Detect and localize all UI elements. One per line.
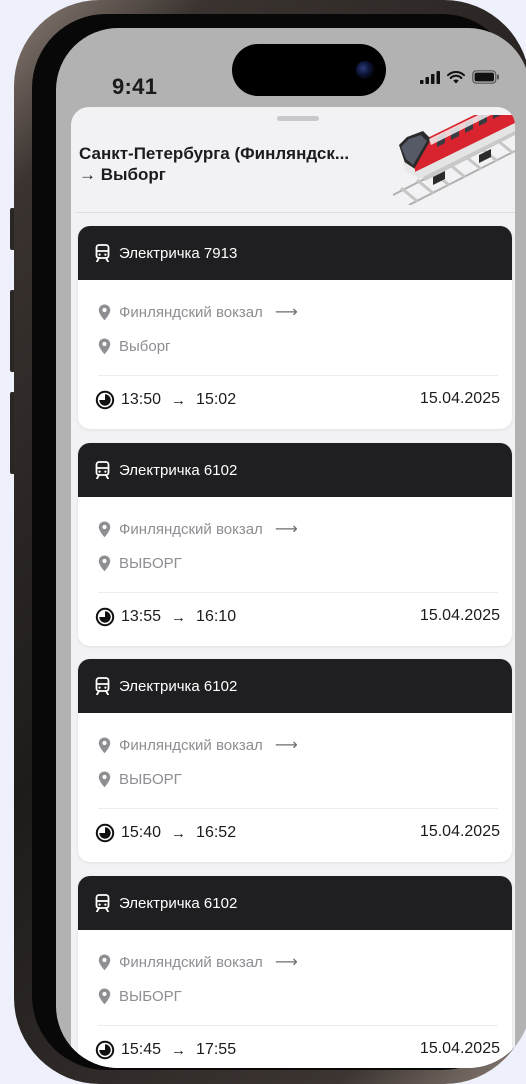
direction-arrow: ⟶ xyxy=(274,521,298,538)
tram-icon xyxy=(95,461,110,479)
trip-card[interactable]: Электричка 6102 Финляндский вокзал ⟶ ВЫБ… xyxy=(78,443,512,646)
time-arrow: → xyxy=(171,824,187,842)
station-name: Выборг xyxy=(119,338,171,355)
route-sheet[interactable]: Санкт-Петербурга (Финляндск... → Выборг xyxy=(71,107,515,1068)
clock-icon xyxy=(95,1040,115,1060)
trip-card-header: Электричка 6102 xyxy=(78,876,512,930)
trip-times: 13:55 → 16:10 xyxy=(95,607,236,627)
map-pin-icon xyxy=(98,771,111,788)
departure-station: Финляндский вокзал ⟶ xyxy=(98,952,298,972)
direction-arrow: ⟶ xyxy=(274,737,298,754)
map-pin-icon xyxy=(98,304,111,321)
wifi-icon xyxy=(447,70,465,83)
departure-time: 15:40 xyxy=(121,824,162,841)
trip-date: 15.04.2025 xyxy=(419,1040,500,1057)
route-title: Санкт-Петербурга (Финляндск... → Выборг xyxy=(79,143,399,185)
map-pin-icon xyxy=(98,954,111,971)
trip-card-header: Электричка 7913 xyxy=(78,226,512,280)
route-title-destination: → Выборг xyxy=(79,165,166,184)
departure-station: Финляндский вокзал ⟶ xyxy=(98,735,298,755)
header-divider xyxy=(75,212,515,213)
departure-station: Финляндский вокзал ⟶ xyxy=(98,302,298,322)
train-name: Электричка 6102 xyxy=(119,894,238,912)
station-name: ВЫБОРГ xyxy=(119,555,182,572)
arrival-station: Выборг xyxy=(98,338,171,355)
arrival-time: 16:52 xyxy=(196,824,237,841)
map-pin-icon xyxy=(98,737,111,754)
trip-times: 13:50 → 15:02 xyxy=(95,390,236,410)
card-divider xyxy=(98,808,498,809)
departure-time: 15:45 xyxy=(121,1041,162,1058)
tram-icon xyxy=(95,244,110,262)
arrival-time: 17:55 xyxy=(196,1041,237,1058)
arrival-time: 16:10 xyxy=(196,608,237,625)
station-name: ВЫБОРГ xyxy=(119,988,182,1005)
tram-icon xyxy=(95,894,110,912)
station-name: ВЫБОРГ xyxy=(119,771,182,788)
station-name: Финляндский вокзал xyxy=(119,953,263,971)
card-divider xyxy=(98,375,498,376)
phone-bezel: 9:41 Санкт-Петербурга (Финляндск... → Вы… xyxy=(32,14,526,1070)
phone-frame: 9:41 Санкт-Петербурга (Финляндск... → Вы… xyxy=(14,0,526,1084)
station-name: Финляндский вокзал xyxy=(119,520,263,538)
time-arrow: → xyxy=(171,608,187,626)
departure-time: 13:50 xyxy=(121,391,162,408)
station-name: Финляндский вокзал xyxy=(119,736,263,754)
train-illustration xyxy=(393,115,515,205)
trip-card[interactable]: Электричка 7913 Финляндский вокзал ⟶ Выб… xyxy=(78,226,512,429)
arrival-station: ВЫБОРГ xyxy=(98,771,182,788)
map-pin-icon xyxy=(98,988,111,1005)
trip-date: 15.04.2025 xyxy=(419,823,500,840)
arrival-station: ВЫБОРГ xyxy=(98,555,182,572)
trip-card[interactable]: Электричка 6102 Финляндский вокзал ⟶ ВЫБ… xyxy=(78,876,512,1068)
arrival-time: 15:02 xyxy=(196,391,237,408)
trip-card-header: Электричка 6102 xyxy=(78,659,512,713)
status-time: 9:41 xyxy=(112,74,158,99)
tram-icon xyxy=(95,677,110,695)
train-name: Электричка 7913 xyxy=(119,244,238,262)
trip-times: 15:45 → 17:55 xyxy=(95,1040,236,1060)
time-arrow: → xyxy=(171,1041,187,1059)
trip-card[interactable]: Электричка 6102 Финляндский вокзал ⟶ ВЫБ… xyxy=(78,659,512,862)
screen: 9:41 Санкт-Петербурга (Финляндск... → Вы… xyxy=(56,28,526,1068)
status-icons xyxy=(420,70,500,84)
departure-station: Финляндский вокзал ⟶ xyxy=(98,519,298,539)
dynamic-island xyxy=(232,44,386,96)
cellular-signal-icon xyxy=(420,70,440,84)
time-arrow: → xyxy=(171,391,187,409)
train-name: Электричка 6102 xyxy=(119,677,238,695)
sheet-grabber[interactable] xyxy=(277,116,319,121)
battery-icon xyxy=(472,70,499,84)
station-name: Финляндский вокзал xyxy=(119,303,263,321)
route-title-origin: Санкт-Петербурга (Финляндск... xyxy=(79,144,350,163)
camera-icon xyxy=(356,61,374,79)
clock-icon xyxy=(95,823,115,843)
card-divider xyxy=(98,1025,498,1026)
departure-time: 13:55 xyxy=(121,608,162,625)
direction-arrow: ⟶ xyxy=(274,954,298,971)
trip-times: 15:40 → 16:52 xyxy=(95,823,236,843)
clock-icon xyxy=(95,607,115,627)
arrival-station: ВЫБОРГ xyxy=(98,988,182,1005)
map-pin-icon xyxy=(98,338,111,355)
map-pin-icon xyxy=(98,521,111,538)
trip-date: 15.04.2025 xyxy=(419,390,500,407)
direction-arrow: ⟶ xyxy=(274,304,298,321)
train-name: Электричка 6102 xyxy=(119,461,238,479)
clock-icon xyxy=(95,390,115,410)
card-divider xyxy=(98,592,498,593)
trip-card-header: Электричка 6102 xyxy=(78,443,512,497)
map-pin-icon xyxy=(98,555,111,572)
trip-date: 15.04.2025 xyxy=(419,607,500,624)
